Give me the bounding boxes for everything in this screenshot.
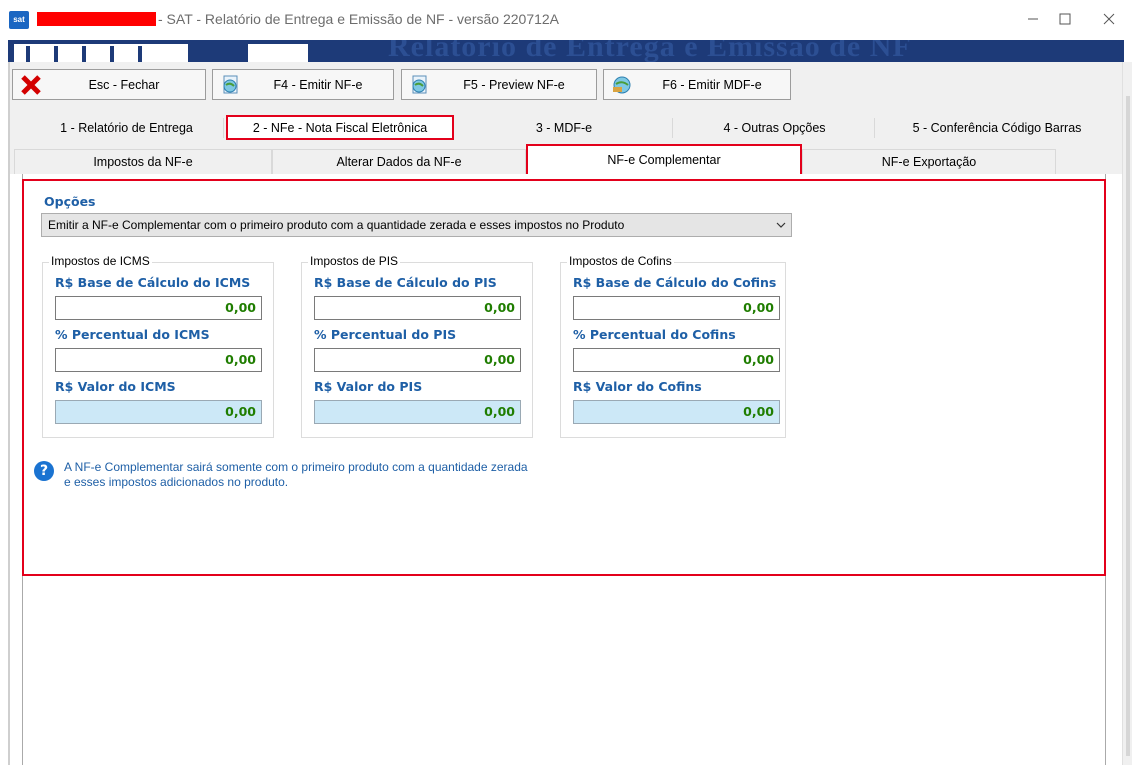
tab-alterar-dados-nfe[interactable]: Alterar Dados da NF-e <box>272 149 526 174</box>
cofins-value-field: 0,00 <box>573 400 780 424</box>
icms-value-label: R$ Valor do ICMS <box>55 379 176 394</box>
redacted-company-name <box>37 12 156 26</box>
scrollbar-thumb[interactable] <box>1126 96 1130 756</box>
minimize-icon <box>1028 18 1038 20</box>
cofins-value-label: R$ Valor do Cofins <box>573 379 702 394</box>
options-label: Opções <box>44 194 96 209</box>
banner-logo-part <box>248 44 308 62</box>
options-dropdown-value: Emitir a NF-e Complementar com o primeir… <box>48 218 625 232</box>
icms-percent-input[interactable]: 0,00 <box>55 348 262 372</box>
preview-nfe-button[interactable]: F5 - Preview NF-e <box>401 69 597 100</box>
pis-value-label: R$ Valor do PIS <box>314 379 423 394</box>
banner-logo <box>14 44 188 62</box>
main-tab-bar: 1 - Relatório de Entrega 2 - NFe - Nota … <box>10 106 1122 142</box>
tab-nfe-complementar[interactable]: NF-e Complementar <box>526 144 802 176</box>
preview-nfe-label: F5 - Preview NF-e <box>463 77 565 92</box>
close-window-button[interactable] <box>1086 4 1132 34</box>
cofins-base-input[interactable]: 0,00 <box>573 296 780 320</box>
help-note: A NF-e Complementar sairá somente com o … <box>64 460 528 489</box>
banner-logo-stripe <box>26 46 30 62</box>
close-form-label: Esc - Fechar <box>88 77 160 92</box>
icms-base-input[interactable]: 0,00 <box>55 296 262 320</box>
pis-percent-label: % Percentual do PIS <box>314 327 457 342</box>
maximize-button[interactable] <box>1042 4 1088 34</box>
close-icon <box>1103 13 1115 25</box>
banner-logo-stripe <box>138 46 142 62</box>
close-form-button[interactable]: Esc - Fechar <box>12 69 206 100</box>
banner-logo-stripe <box>82 46 86 62</box>
cofins-base-label: R$ Base de Cálculo do Cofins <box>573 275 777 290</box>
close-x-icon <box>19 73 43 97</box>
group-pis: Impostos de PIS R$ Base de Cálculo do PI… <box>301 254 533 438</box>
group-cofins: Impostos de Cofins R$ Base de Cálculo do… <box>560 254 786 438</box>
header-banner: Relatório de Entrega e Emissão de NF <box>8 40 1124 62</box>
pis-base-label: R$ Base de Cálculo do PIS <box>314 275 497 290</box>
group-pis-title: Impostos de PIS <box>308 254 401 268</box>
window-title: - SAT - Relatório de Entrega e Emissão d… <box>158 11 560 27</box>
globe-document-icon <box>219 73 243 97</box>
tab-impostos-nfe[interactable]: Impostos da NF-e <box>14 149 272 174</box>
options-dropdown[interactable]: Emitir a NF-e Complementar com o primeir… <box>41 213 792 237</box>
pis-value-field: 0,00 <box>314 400 521 424</box>
group-icms: Impostos de ICMS R$ Base de Cálculo do I… <box>42 254 274 438</box>
chevron-down-icon[interactable] <box>771 222 791 228</box>
globe-document-icon <box>408 73 432 97</box>
banner-title: Relatório de Entrega e Emissão de NF <box>388 40 912 62</box>
group-cofins-title: Impostos de Cofins <box>567 254 674 268</box>
banner-logo-stripe <box>110 46 114 62</box>
banner-logo-stripe <box>54 46 58 62</box>
title-bar: sat - SAT - Relatório de Entrega e Emiss… <box>0 0 1132 40</box>
cofins-percent-input[interactable]: 0,00 <box>573 348 780 372</box>
icms-base-label: R$ Base de Cálculo do ICMS <box>55 275 251 290</box>
tab-nfe-nota-fiscal[interactable]: 2 - NFe - Nota Fiscal Eletrônica <box>226 115 454 140</box>
icms-value-field: 0,00 <box>55 400 262 424</box>
icms-percent-label: % Percentual do ICMS <box>55 327 210 342</box>
tab-mdfe[interactable]: 3 - MDF-e <box>456 118 673 138</box>
vertical-scrollbar[interactable] <box>1122 62 1132 765</box>
tab-nfe-exportacao[interactable]: NF-e Exportação <box>802 149 1056 174</box>
cofins-percent-label: % Percentual do Cofins <box>573 327 736 342</box>
emit-mdfe-button[interactable]: F6 - Emitir MDF-e <box>603 69 791 100</box>
emit-nfe-label: F4 - Emitir NF-e <box>273 77 363 92</box>
maximize-icon <box>1059 13 1071 25</box>
question-icon: ? <box>34 461 54 481</box>
emit-mdfe-label: F6 - Emitir MDF-e <box>662 77 762 92</box>
pis-base-input[interactable]: 0,00 <box>314 296 521 320</box>
tab-conferencia-codigo-barras[interactable]: 5 - Conferência Código Barras <box>877 118 1117 138</box>
tab-relatorio-entrega[interactable]: 1 - Relatório de Entrega <box>30 118 224 138</box>
tab-outras-opcoes[interactable]: 4 - Outras Opções <box>675 118 875 138</box>
app-icon: sat <box>9 11 29 29</box>
emit-nfe-button[interactable]: F4 - Emitir NF-e <box>212 69 394 100</box>
group-icms-title: Impostos de ICMS <box>49 254 152 268</box>
sub-tab-bar: Impostos da NF-e Alterar Dados da NF-e N… <box>10 142 1122 176</box>
pis-percent-input[interactable]: 0,00 <box>314 348 521 372</box>
toolbar: Esc - Fechar F4 - Emitir NF-e F5 - Previ… <box>10 62 1122 106</box>
globe-truck-icon <box>610 73 634 97</box>
